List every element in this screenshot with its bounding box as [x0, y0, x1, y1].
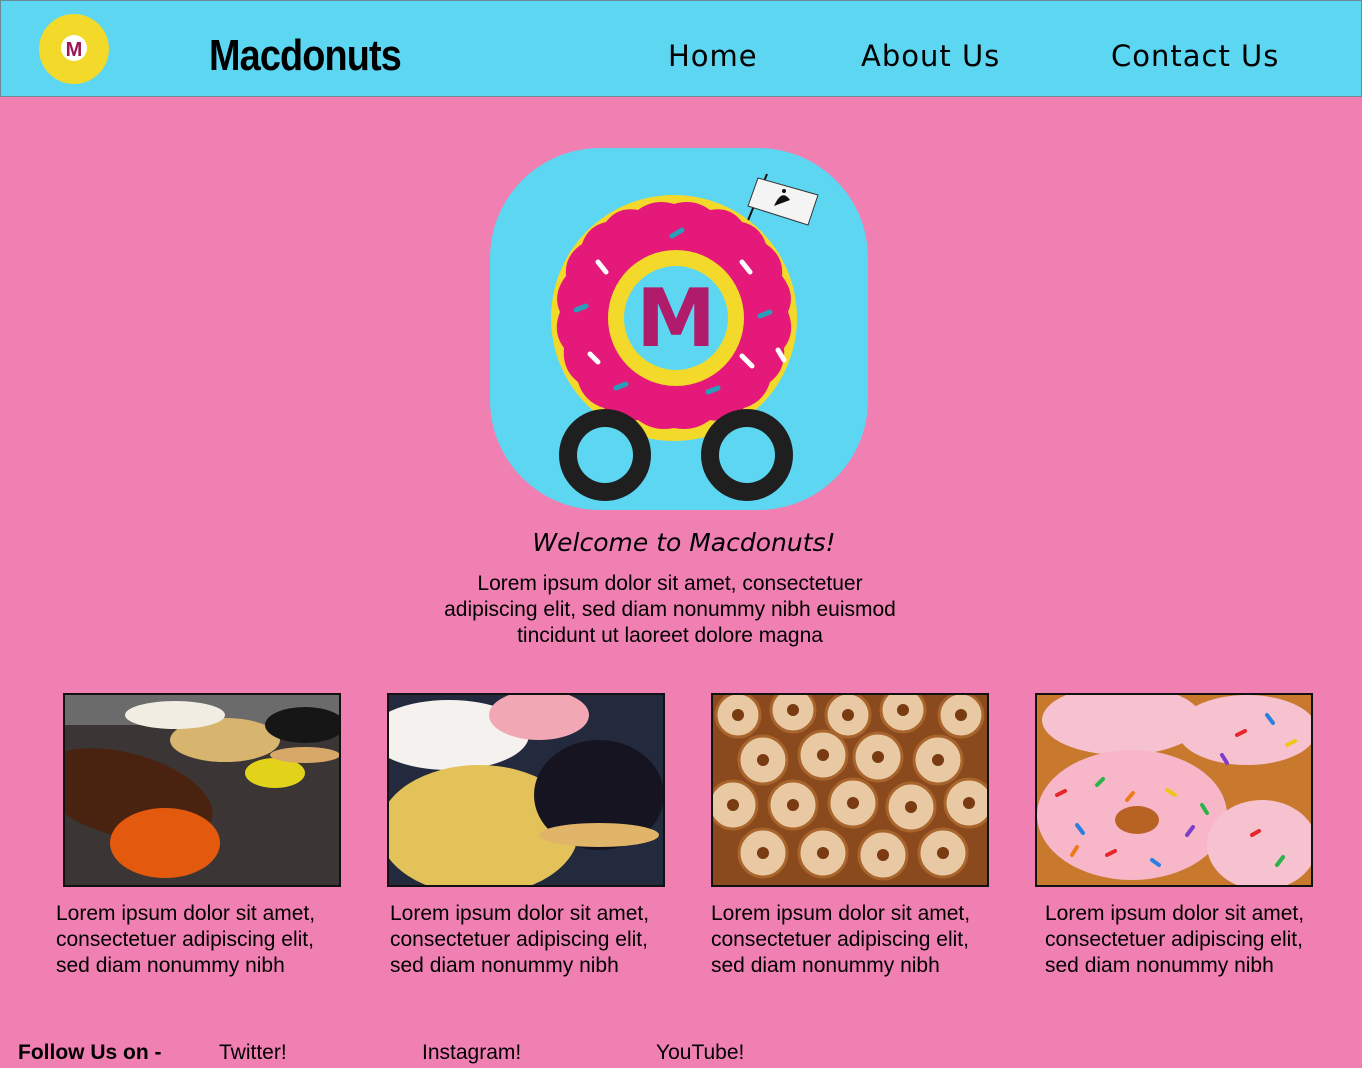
twitter-link[interactable]: Twitter!: [219, 1041, 287, 1065]
donut-photo-powdered-rings[interactable]: [711, 693, 989, 887]
welcome-heading: Welcome to Macdonuts!: [532, 528, 836, 557]
donut-photo-assortment[interactable]: [387, 693, 665, 887]
nav-contact-us[interactable]: Contact Us: [1111, 39, 1279, 73]
youtube-link[interactable]: YouTube!: [656, 1041, 744, 1065]
follow-us-label: Follow Us on -: [18, 1041, 162, 1064]
donut-photo-chocolate-eclair[interactable]: [63, 693, 341, 887]
svg-text:M: M: [636, 272, 716, 365]
hero-donut-cart-logo: M: [490, 148, 868, 510]
card-1-text: Lorem ipsum dolor sit amet, consectetuer…: [56, 902, 316, 977]
brand-title[interactable]: Macdonuts: [209, 31, 402, 81]
site-header: M Macdonuts Home About Us Contact Us: [0, 0, 1362, 97]
donut-photo-pink-sprinkles[interactable]: [1035, 693, 1313, 887]
card-3-text: Lorem ipsum dolor sit amet, consectetuer…: [711, 902, 971, 977]
macdonuts-logo-icon[interactable]: M: [39, 14, 109, 84]
nav-home[interactable]: Home: [668, 39, 758, 73]
instagram-link[interactable]: Instagram!: [422, 1041, 521, 1065]
card-4-text: Lorem ipsum dolor sit amet, consectetuer…: [1045, 902, 1305, 977]
card-2-text: Lorem ipsum dolor sit amet, consectetuer…: [390, 902, 650, 977]
intro-text: Lorem ipsum dolor sit amet, consectetuer…: [444, 572, 896, 647]
nav-about-us[interactable]: About Us: [861, 39, 1000, 73]
svg-text:M: M: [66, 39, 83, 61]
